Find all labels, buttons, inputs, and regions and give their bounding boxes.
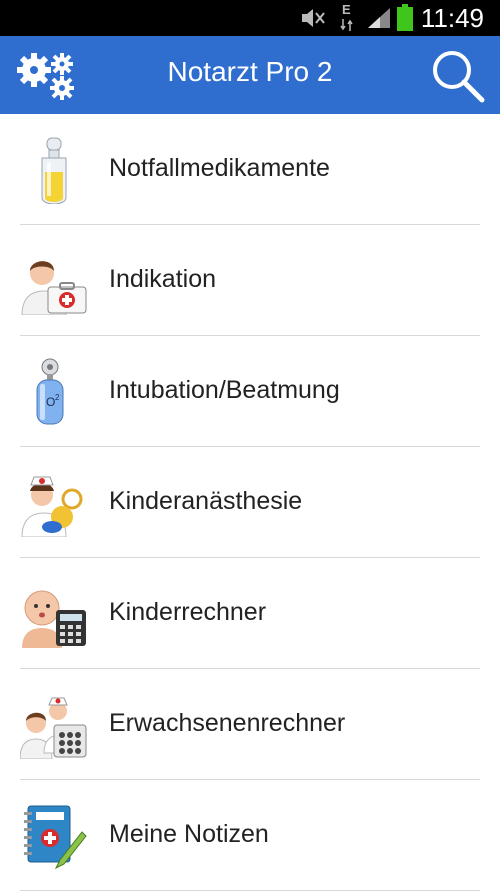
data-arrows-icon <box>340 19 353 31</box>
medical-notebook-icon <box>24 805 87 870</box>
menu-item-meine-notizen[interactable]: Meine Notizen <box>20 780 480 891</box>
menu-item-label: Kinderrechner <box>109 598 267 626</box>
network-type-label: E <box>342 2 351 17</box>
search-icon[interactable] <box>430 48 486 104</box>
status-bar: E 11:49 <box>0 0 500 36</box>
svg-text:2: 2 <box>55 393 60 402</box>
menu-list: Notfallmedikamente Indikation O 2 Intuba… <box>0 114 500 891</box>
ampoule-icon <box>41 137 67 204</box>
menu-item-indikation[interactable]: Indikation <box>20 225 480 336</box>
baby-calculator-icon <box>22 590 86 648</box>
menu-item-kinderrechner[interactable]: Kinderrechner <box>20 558 480 669</box>
menu-item-label: Intubation/Beatmung <box>109 376 340 404</box>
nurse-baby-icon <box>21 476 83 537</box>
menu-item-label: Kinderanästhesie <box>109 487 303 515</box>
battery-icon <box>397 4 413 31</box>
app-title: Notarzt Pro 2 <box>167 56 333 87</box>
menu-item-notfallmedikamente[interactable]: Notfallmedikamente <box>20 114 480 225</box>
oxygen-tank-icon: O 2 <box>36 358 64 425</box>
mute-icon <box>302 9 325 27</box>
menu-item-label: Meine Notizen <box>109 820 269 848</box>
menu-item-kinderanaesthesie[interactable]: Kinderanästhesie <box>20 447 480 558</box>
signal-icon <box>368 8 390 28</box>
clock: 11:49 <box>420 3 484 33</box>
adults-calculator-icon <box>20 697 87 759</box>
menu-item-erwachsenenrechner[interactable]: Erwachsenenrechner <box>20 669 480 780</box>
doctor-firstaid-icon <box>21 261 87 315</box>
menu-item-label: Indikation <box>109 265 217 293</box>
menu-item-intubation[interactable]: O 2 Intubation/Beatmung <box>20 336 480 447</box>
menu-item-label: Notfallmedikamente <box>109 154 330 182</box>
menu-item-label: Erwachsenenrechner <box>109 709 346 737</box>
app-bar: Notarzt Pro 2 <box>0 36 500 114</box>
svg-text:O: O <box>46 395 55 409</box>
